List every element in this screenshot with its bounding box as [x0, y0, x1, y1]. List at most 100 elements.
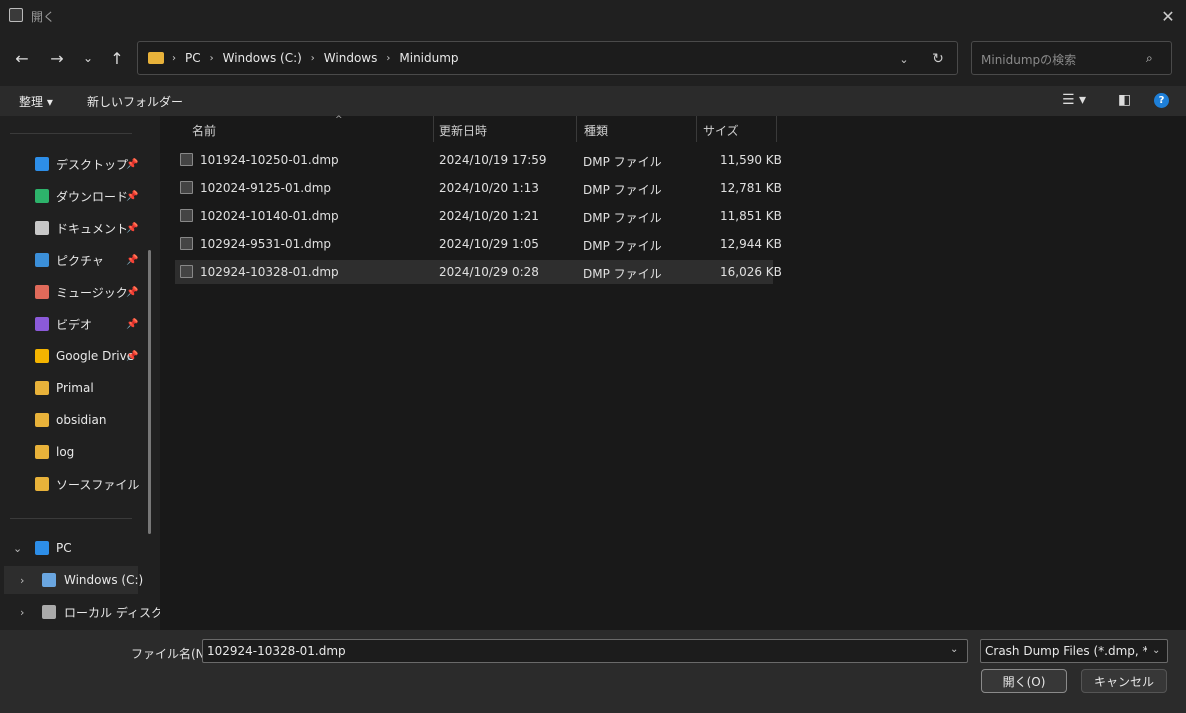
document-icon: [35, 221, 49, 235]
sidebar-item-label: ダウンロード: [56, 189, 129, 204]
music-icon: [35, 285, 49, 299]
file-type: DMP ファイル: [583, 211, 662, 225]
pin-icon[interactable]: 📌: [126, 223, 138, 234]
file-type-select[interactable]: Crash Dump Files (*.dmp, *.hdmp) ⌄: [980, 639, 1168, 663]
tree-item[interactable]: › Windows (C:): [4, 566, 143, 594]
download-icon: [35, 189, 49, 203]
pc-icon: [35, 541, 49, 555]
search-input[interactable]: Minidumpの検索 ⌕: [971, 41, 1172, 75]
file-row[interactable]: 102024-9125-01.dmp 2024/10/20 1:13 DMP ファイ…: [175, 176, 782, 200]
file-row[interactable]: 101924-10250-01.dmp 2024/10/19 17:59 DMP フ…: [175, 148, 782, 172]
sidebar-item[interactable]: ダウンロード 📌: [0, 182, 148, 210]
navigation-pane: デスクトップ 📌 ダウンロード 📌 ドキュメント 📌 ピクチャ 📌 ミュージック 📌 ビデオ 📌 Goo…: [0, 116, 163, 630]
title-bar: 開く ✕: [0, 0, 1186, 32]
dump-file-icon: [180, 265, 193, 278]
sidebar-scrollbar[interactable]: [148, 250, 151, 534]
column-header-name[interactable]: 名前 ^: [192, 115, 343, 144]
sidebar-item-label: obsidian: [56, 413, 107, 427]
chevron-right-icon[interactable]: ›: [20, 574, 24, 587]
sidebar-item-label: ドキュメント: [56, 221, 129, 236]
tree-item[interactable]: › ローカル ディスク: [4, 598, 163, 626]
tree-item-label: PC: [56, 541, 72, 555]
sidebar-item[interactable]: obsidian: [0, 406, 148, 434]
file-row[interactable]: 102024-10140-01.dmp 2024/10/20 1:21 DMP ファ…: [175, 204, 782, 228]
dump-file-icon: [180, 181, 193, 194]
file-type: DMP ファイル: [583, 183, 662, 197]
view-options-icon[interactable]: ☰ ▾: [1062, 92, 1086, 108]
address-bar[interactable]: › PC › Windows (C:) › Windows › Minidump…: [137, 41, 958, 75]
pin-icon[interactable]: 📌: [126, 319, 138, 330]
file-row[interactable]: 102924-10328-01.dmp 2024/10/29 0:28 DMP ファ…: [175, 260, 782, 284]
new-folder-button[interactable]: 新しいフォルダー: [87, 93, 183, 110]
chevron-down-icon[interactable]: ⌄: [13, 542, 22, 555]
sidebar-item[interactable]: ミュージック 📌: [0, 278, 148, 306]
column-separator[interactable]: [696, 116, 697, 142]
chevron-right-icon[interactable]: ›: [20, 606, 24, 619]
file-type: DMP ファイル: [583, 267, 662, 281]
filename-dropdown-icon[interactable]: ⌄: [950, 644, 958, 655]
close-button[interactable]: ✕: [1150, 0, 1186, 32]
address-dropdown-icon[interactable]: ⌄: [894, 49, 914, 69]
sidebar-divider: [10, 133, 132, 134]
search-icon[interactable]: ⌕: [1146, 51, 1153, 66]
file-type: DMP ファイル: [583, 239, 662, 253]
help-icon[interactable]: ?: [1154, 93, 1169, 108]
google-drive-icon: [35, 349, 49, 363]
sidebar-item-label: ミュージック: [56, 285, 128, 300]
breadcrumb-separator[interactable]: ›: [311, 53, 315, 64]
sidebar-item-label: log: [56, 445, 75, 459]
pin-icon[interactable]: 📌: [126, 351, 138, 362]
sidebar-item[interactable]: Google Drive 📌: [0, 342, 148, 370]
preview-pane-icon[interactable]: ◧: [1118, 92, 1131, 108]
pin-icon[interactable]: 📌: [126, 255, 138, 266]
forward-arrow-icon[interactable]: →: [45, 46, 69, 70]
breadcrumb-windows[interactable]: Windows: [324, 51, 378, 65]
sidebar-item[interactable]: ソースファイル: [0, 470, 148, 498]
file-date: 2024/10/19 17:59: [439, 153, 547, 167]
file-name: 102924-10328-01.dmp: [200, 265, 339, 279]
file-size: 12,944 KB: [720, 237, 782, 251]
refresh-icon[interactable]: ↻: [928, 49, 948, 69]
breadcrumb-pc[interactable]: PC: [185, 51, 201, 65]
folder-icon: [35, 381, 49, 395]
pin-icon[interactable]: 📌: [126, 159, 138, 170]
file-type: DMP ファイル: [583, 155, 662, 169]
pin-icon[interactable]: 📌: [126, 287, 138, 298]
column-separator[interactable]: [576, 116, 577, 142]
up-arrow-icon[interactable]: ↑: [105, 46, 129, 70]
organize-button[interactable]: 整理 ▾: [19, 93, 53, 110]
cancel-button[interactable]: キャンセル: [1081, 669, 1167, 693]
sidebar-item[interactable]: ドキュメント 📌: [0, 214, 148, 242]
dialog-footer: ファイル名(N): 102924-10328-01.dmp ⌄ Crash Du…: [0, 630, 1186, 713]
search-placeholder: Minidumpの検索: [981, 53, 1077, 67]
filename-input[interactable]: 102924-10328-01.dmp: [202, 639, 968, 663]
sort-caret-icon: ^: [335, 115, 343, 125]
drive-icon: [42, 573, 56, 587]
sidebar-item[interactable]: ビデオ 📌: [0, 310, 148, 338]
sidebar-item-label: デスクトップ: [56, 157, 129, 172]
breadcrumb-windows-c[interactable]: Windows (C:): [223, 51, 302, 65]
breadcrumb-minidump[interactable]: Minidump: [399, 51, 458, 65]
back-arrow-icon[interactable]: ←: [10, 46, 34, 70]
recent-locations-icon[interactable]: ⌄: [76, 46, 100, 70]
column-separator[interactable]: [776, 116, 777, 142]
sidebar-item[interactable]: log: [0, 438, 148, 466]
breadcrumb-separator[interactable]: ›: [210, 53, 214, 64]
file-size: 11,590 KB: [720, 153, 782, 167]
file-size: 11,851 KB: [720, 209, 782, 223]
column-header-size[interactable]: サイズ: [703, 116, 739, 144]
column-header-type[interactable]: 種類: [584, 116, 608, 144]
navigation-bar: ← → ⌄ ↑ › PC › Windows (C:) › Windows › …: [0, 32, 1186, 86]
pin-icon[interactable]: 📌: [126, 191, 138, 202]
column-header-date[interactable]: 更新日時: [439, 116, 487, 144]
sidebar-item[interactable]: Primal: [0, 374, 148, 402]
column-separator[interactable]: [433, 116, 434, 142]
sidebar-item-label: ピクチャ: [56, 253, 104, 268]
open-button[interactable]: 開く(O): [981, 669, 1067, 693]
file-row[interactable]: 102924-9531-01.dmp 2024/10/29 1:05 DMP ファイ…: [175, 232, 782, 256]
tree-item[interactable]: ⌄ PC: [0, 534, 148, 562]
sidebar-item[interactable]: デスクトップ 📌: [0, 150, 148, 178]
sidebar-item[interactable]: ピクチャ 📌: [0, 246, 148, 274]
command-toolbar: 整理 ▾ 新しいフォルダー ☰ ▾ ◧ ?: [0, 86, 1186, 116]
breadcrumb-separator[interactable]: ›: [386, 53, 390, 64]
